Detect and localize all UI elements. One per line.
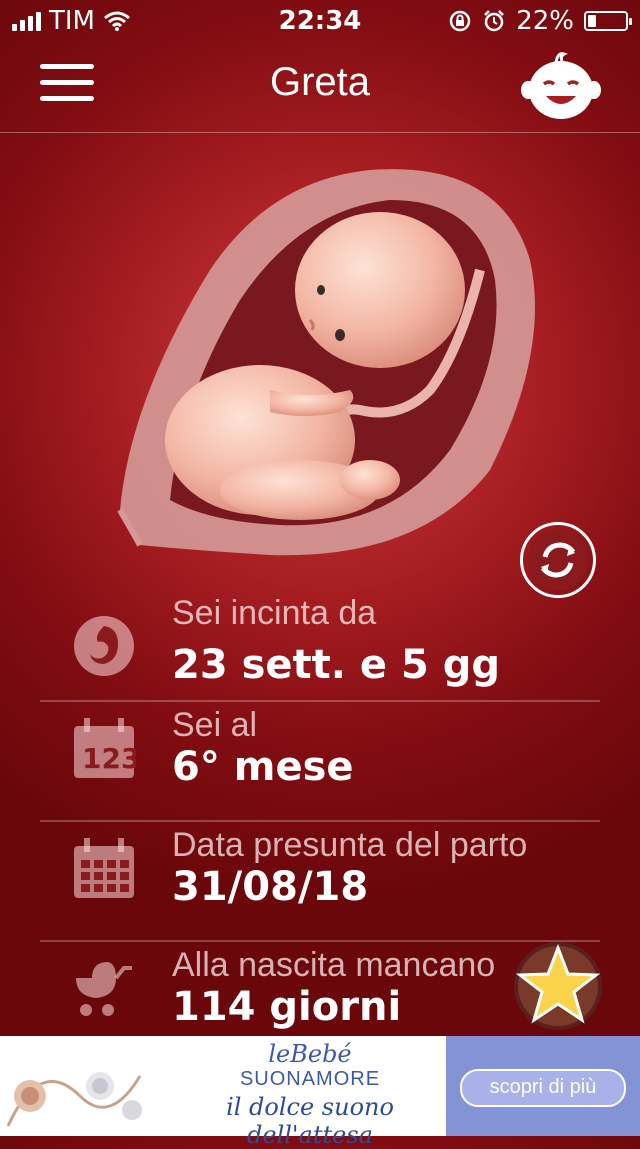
nav-bar: Greta [0,40,640,133]
status-bar: TIM 22:34 22% [0,0,640,40]
battery-icon [584,11,632,31]
brand-tagline: il dolce suono dell'attesa [226,1093,394,1149]
ad-banner[interactable]: leBebé SUONAMORE il dolce suono dell'att… [0,1036,640,1149]
row-label: Sei al [172,706,258,744]
calendar-grid-icon [74,838,134,898]
brand-name: leBebé [268,1040,352,1068]
brand-block: leBebé SUONAMORE il dolce suono dell'att… [180,1040,440,1149]
brand-product: SUONAMORE [239,1068,381,1090]
row-label: Alla nascita mancano [172,946,496,984]
row-value: 114 giorni [172,984,402,1030]
row-label: Data presunta del parto [172,826,528,864]
rotation-lock-icon [449,10,471,32]
refresh-button[interactable] [520,522,596,598]
calendar-123-icon: 123 [74,718,136,778]
list-item: Sei incinta da 23 sett. e 5 gg [40,594,600,702]
battery-percent: 22% [516,6,574,36]
alarm-icon [484,10,505,32]
star-icon[interactable] [512,940,604,1032]
list-item: 123 Sei al 6° mese [40,702,600,822]
row-label: Sei incinta da [172,594,377,632]
discover-more-button[interactable]: scopri di più [460,1069,626,1107]
cta-panel: scopri di più [446,1036,640,1136]
baby-face-icon[interactable] [520,46,602,122]
refresh-icon [528,530,588,590]
fetus-illustration [100,150,560,590]
row-value: 6° mese [172,744,354,790]
row-value: 23 sett. e 5 gg [172,642,500,688]
svg-text:123: 123 [82,742,136,775]
list-item: Data presunta del parto 31/08/18 [40,822,600,942]
stroller-icon [76,962,132,1016]
jewelry-image [0,1036,170,1136]
fetus-icon [74,616,134,676]
row-value: 31/08/18 [172,864,369,910]
status-right: 22% [448,6,632,36]
